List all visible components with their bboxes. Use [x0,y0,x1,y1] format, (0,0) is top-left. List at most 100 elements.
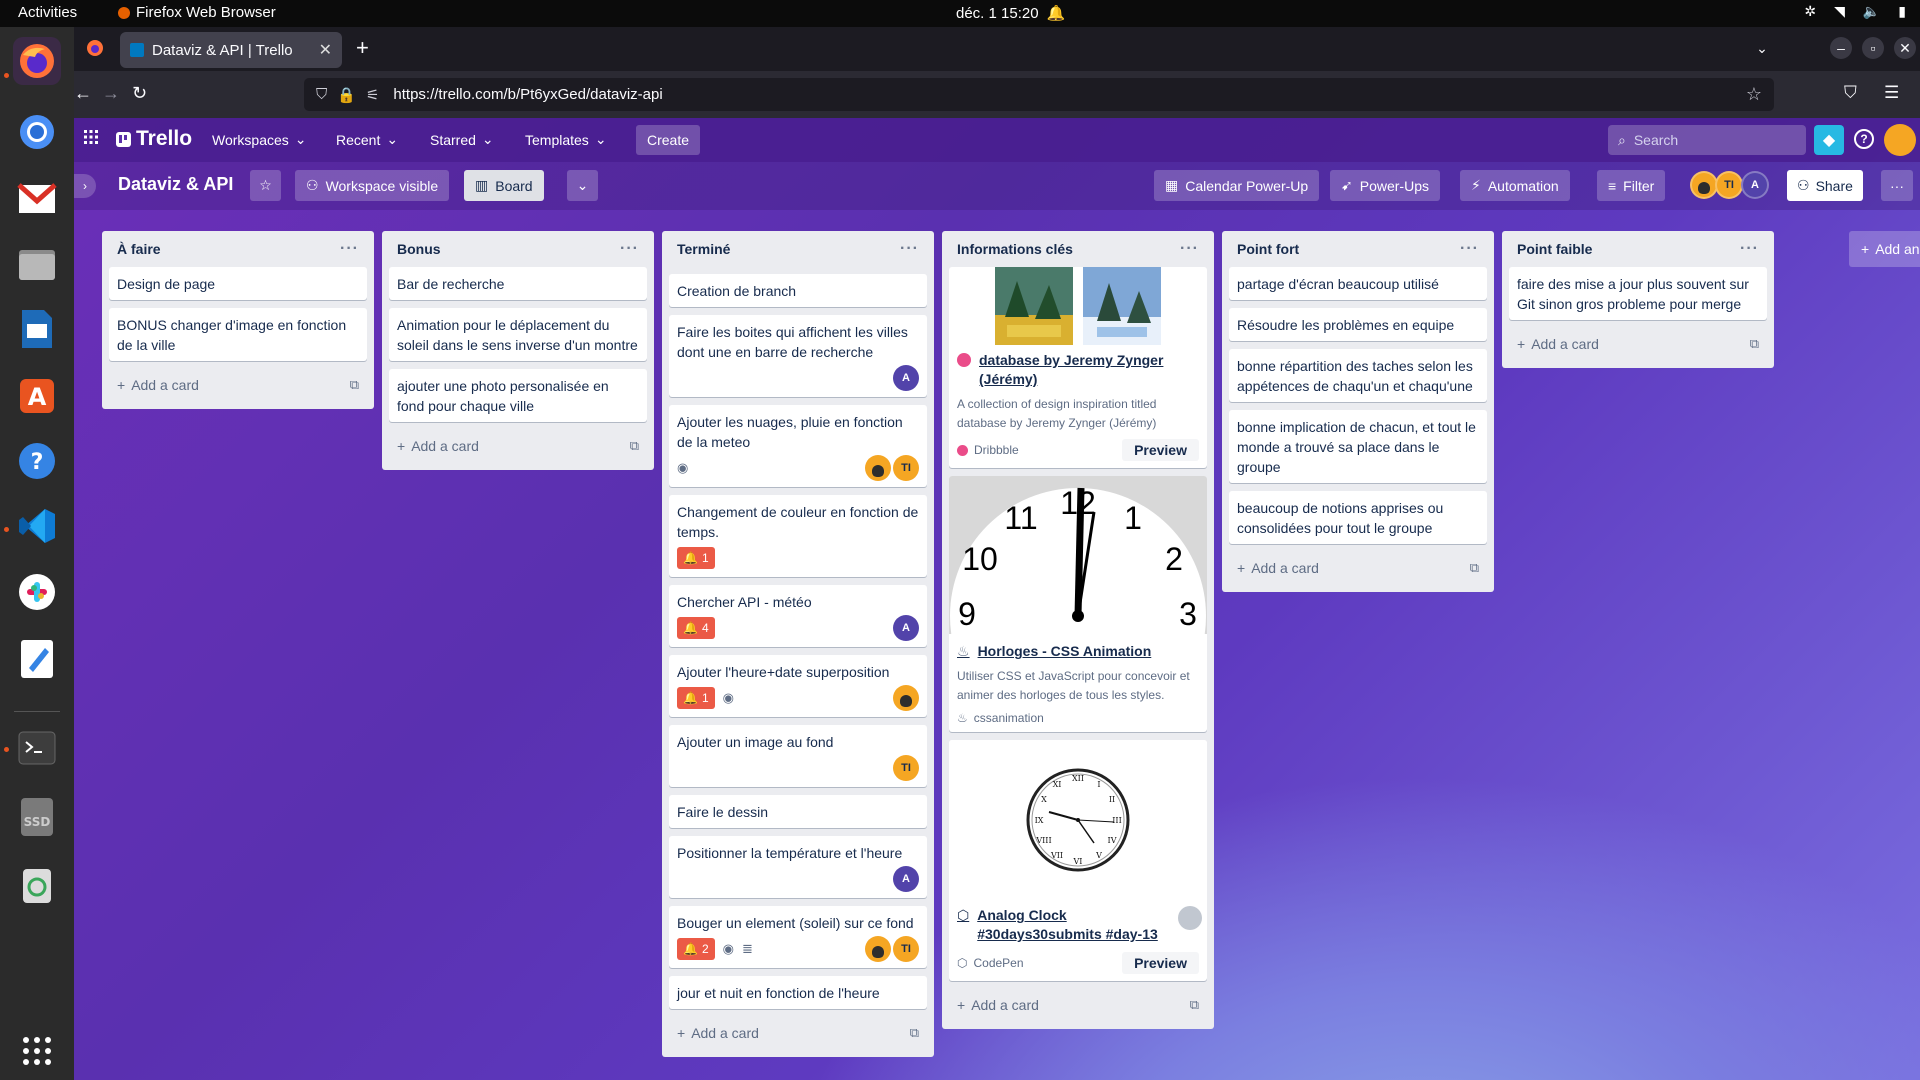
app-menu[interactable]: Firefox Web Browser [118,4,276,21]
card[interactable]: Design de page [109,267,367,300]
card-template-icon[interactable]: ⧉ [1190,997,1199,1013]
slack-icon[interactable] [13,568,61,616]
list-menu-icon[interactable]: ··· [900,240,919,258]
reload-icon[interactable]: ↻ [132,83,147,104]
card[interactable]: faire des mise a jour plus souvent sur G… [1509,267,1767,320]
help-icon[interactable]: ? [1854,129,1874,149]
terminal-icon[interactable] [13,724,61,772]
star-board-icon[interactable]: ☆ [250,170,281,201]
member-avatar-ti[interactable]: TI [893,755,919,781]
templates-menu[interactable]: Templates ⌄ [525,131,607,148]
card[interactable]: Creation de branch [669,274,927,307]
member-avatar-a[interactable]: A [1741,171,1769,199]
link-title[interactable]: Analog Clock #30days30submits #day-13 [977,906,1171,944]
back-icon[interactable]: ← [74,83,102,104]
ssd-drive-icon[interactable]: SSD [13,793,61,841]
card[interactable]: Bouger un element (soleil) sur ce fond 🔔… [669,906,927,968]
member-avatar-photo[interactable] [865,936,891,962]
link-title[interactable]: database by Jeremy Zynger (Jérémy) [979,351,1199,389]
app-switcher-icon[interactable] [84,130,98,149]
gmail-icon[interactable] [13,175,61,223]
add-card-button[interactable]: + Add a card ⧉ [669,1017,927,1049]
text-editor-icon[interactable] [13,635,61,683]
card[interactable]: ajouter une photo personalisée en fond p… [389,369,647,422]
add-card-button[interactable]: + Add a card ⧉ [949,989,1207,1021]
activities-button[interactable]: Activities [18,4,77,21]
card[interactable]: Positionner la température et l'heure A [669,836,927,898]
new-tab-icon[interactable]: + [356,35,369,61]
list-menu-icon[interactable]: ··· [340,240,359,258]
member-avatar-a[interactable]: A [893,615,919,641]
card[interactable]: Animation pour le déplacement du soleil … [389,308,647,361]
card[interactable]: Chercher API - météo 🔔 4 A [669,585,927,647]
workspaces-menu[interactable]: Workspaces ⌄ [212,131,307,148]
system-tray[interactable]: ✲ ◥ 🔈 ▮ [1804,3,1906,20]
url-bar[interactable]: ⛉ 🔒 ⚟ https://trello.com/b/Pt6yxGed/data… [304,78,1774,111]
link-card[interactable]: XII I II III IV V VI VII VIII IX X XI ⬡ Analog Cloc… [949,740,1207,981]
link-card[interactable]: 12 1 2 3 9 10 11 ♨ Horloges - CSS Animat… [949,476,1207,732]
calendar-powerup-button[interactable]: ▦ Calendar Power-Up [1154,170,1320,201]
list-menu-icon[interactable]: ··· [1180,240,1199,258]
board-view-button[interactable]: ▥ Board [464,170,544,201]
close-tab-icon[interactable]: ✕ [319,40,332,60]
card-template-icon[interactable]: ⧉ [1750,336,1759,352]
trash-icon[interactable] [13,860,61,908]
clock[interactable]: déc. 1 15:20 🔔 [956,4,1065,23]
card-template-icon[interactable]: ⧉ [1470,560,1479,576]
lock-icon[interactable]: 🔒 [337,86,356,104]
add-card-button[interactable]: + Add a card ⧉ [1229,552,1487,584]
member-avatar-a[interactable]: A [893,365,919,391]
board-menu-icon[interactable]: ··· [1881,170,1913,201]
card[interactable]: Résoudre les problèmes en equipe [1229,308,1487,341]
list-tabs-icon[interactable]: ⌄ [1751,37,1773,59]
files-icon[interactable] [13,240,61,288]
member-avatar-ti[interactable]: TI [893,936,919,962]
firefox-view-icon[interactable] [86,39,104,60]
list-title[interactable]: Bonus [397,241,441,257]
link-card[interactable]: database by Jeremy Zynger (Jérémy) A col… [949,267,1207,468]
preview-button[interactable]: Preview [1122,952,1199,974]
vscode-icon[interactable] [13,502,61,550]
member-avatar-photo[interactable] [893,685,919,711]
maximize-icon[interactable]: ▫ [1862,37,1884,59]
preview-button[interactable]: Preview [1122,439,1199,461]
trello-logo[interactable]: Trello [116,127,192,151]
list-menu-icon[interactable]: ··· [1740,240,1759,258]
list-menu-icon[interactable]: ··· [620,240,639,258]
pocket-icon[interactable]: ⛉ [1844,83,1857,103]
share-button[interactable]: ⚇ Share [1787,170,1863,201]
expand-sidebar-icon[interactable]: › [74,174,96,198]
show-apps-grid-icon[interactable] [13,1027,61,1075]
views-dropdown-icon[interactable]: ⌄ [567,170,598,201]
member-avatar-photo[interactable] [865,455,891,481]
card[interactable]: Faire les boites qui affichent les ville… [669,315,927,397]
user-avatar[interactable] [1884,124,1916,156]
starred-menu[interactable]: Starred ⌄ [430,131,494,148]
member-avatar-ti[interactable]: TI [1715,171,1743,199]
board-title[interactable]: Dataviz & API [118,174,233,195]
add-card-button[interactable]: + Add a card ⧉ [389,430,647,462]
member-avatar-ti[interactable]: TI [893,455,919,481]
link-title[interactable]: Horloges - CSS Animation [978,642,1152,661]
member-avatar-a[interactable]: A [893,866,919,892]
card[interactable]: Ajouter un image au fond TI [669,725,927,787]
member-placeholder-icon[interactable] [1178,906,1202,930]
add-card-button[interactable]: + Add a card ⧉ [1509,328,1767,360]
card[interactable]: Changement de couleur en fonction de tem… [669,495,927,577]
card[interactable]: Ajouter les nuages, pluie en fonction de… [669,405,927,487]
list-title[interactable]: À faire [117,241,161,257]
minimize-icon[interactable]: – [1830,37,1852,59]
member-avatar-photo[interactable] [1690,171,1718,199]
ubuntu-software-icon[interactable]: A [13,372,61,420]
card[interactable]: bonne implication de chacun, et tout le … [1229,410,1487,483]
forward-icon[interactable]: → [102,83,120,104]
shield-icon[interactable]: ⛉ [316,86,327,104]
filter-button[interactable]: ≡ Filter [1597,170,1666,201]
close-window-icon[interactable]: ✕ [1894,37,1916,59]
visibility-button[interactable]: ⚇ Workspace visible [295,170,450,201]
notifications-icon[interactable]: ◆ [1814,125,1844,155]
libreoffice-impress-icon[interactable] [13,305,61,353]
permissions-icon[interactable]: ⚟ [366,86,379,104]
automation-button[interactable]: ⚡ Automation [1460,170,1570,201]
hamburger-menu-icon[interactable]: ☰ [1884,83,1899,103]
